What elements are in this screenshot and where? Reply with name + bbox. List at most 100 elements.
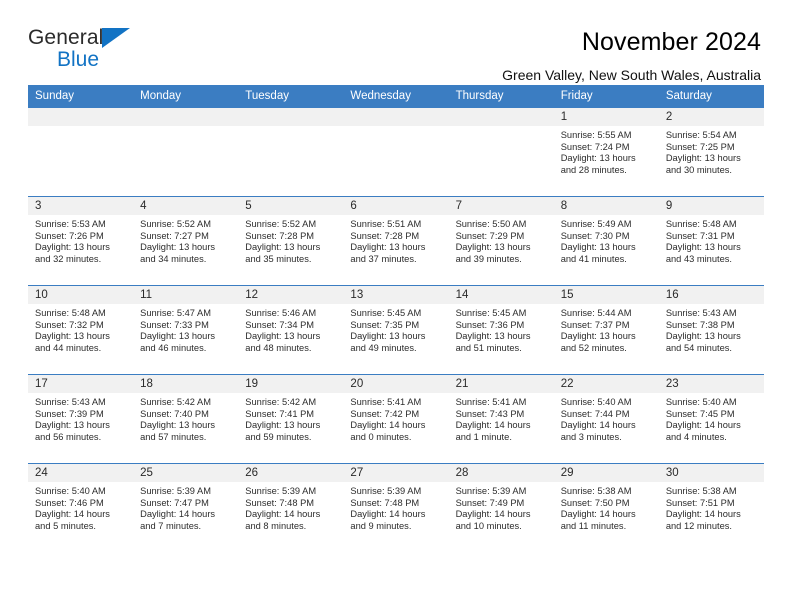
calendar-day-cell[interactable]: 14 Sunrise: 5:45 AM Sunset: 7:36 PM Dayligh…	[448, 285, 554, 375]
calendar-day-cell[interactable]: 2 Sunrise: 5:54 AM Sunset: 7:25 PM Daylight…	[658, 107, 764, 197]
sunset-text: Sunset: 7:36 PM	[455, 319, 525, 330]
sunset-text: Sunset: 7:30 PM	[560, 230, 630, 241]
calendar-day-cell[interactable]: 23 Sunrise: 5:40 AM Sunset: 7:45 PM Dayligh…	[658, 374, 764, 464]
calendar-day-cell[interactable]: 8 Sunrise: 5:49 AM Sunset: 7:30 PM Daylight…	[553, 196, 659, 286]
day-number: 5	[238, 197, 344, 215]
day-details: Sunrise: 5:49 AM Sunset: 7:30 PM Daylight:…	[554, 215, 659, 265]
calendar-day-cell[interactable]: 13 Sunrise: 5:45 AM Sunset: 7:35 PM Dayligh…	[343, 285, 449, 375]
day-details: Sunrise: 5:42 AM Sunset: 7:40 PM Daylight:…	[133, 393, 238, 443]
sunset-text: Sunset: 7:47 PM	[140, 497, 209, 508]
day-details: Sunrise: 5:39 AM Sunset: 7:48 PM Daylight:…	[238, 482, 343, 532]
calendar-day-cell[interactable]: 30 Sunrise: 5:38 AM Sunset: 7:51 PM Dayligh…	[658, 463, 764, 553]
day-details: Sunrise: 5:45 AM Sunset: 7:35 PM Daylight:…	[343, 304, 448, 354]
sunset-text: Sunset: 7:50 PM	[560, 497, 630, 508]
day-details: Sunrise: 5:43 AM Sunset: 7:39 PM Daylight:…	[28, 393, 133, 443]
sunset-text: Sunset: 7:46 PM	[35, 497, 104, 508]
day-number: 1	[553, 108, 659, 126]
day-number: 22	[553, 375, 659, 393]
sunrise-text: Sunrise: 5:42 AM	[245, 397, 317, 407]
sunrise-text: Sunrise: 5:53 AM	[35, 219, 106, 229]
day-number: 15	[553, 286, 659, 304]
calendar-table: Sunday Monday Tuesday Wednesday Thursday…	[28, 85, 764, 553]
daylight-text: Daylight: 13 hours and 32 minutes.	[35, 242, 110, 264]
calendar-week-row: 17 Sunrise: 5:43 AM Sunset: 7:39 PM Dayligh…	[28, 374, 764, 464]
column-header-tuesday: Tuesday	[238, 85, 344, 108]
daylight-text: Daylight: 13 hours and 54 minutes.	[665, 331, 741, 353]
sunset-text: Sunset: 7:28 PM	[350, 230, 420, 241]
sunset-text: Sunset: 7:45 PM	[665, 408, 735, 419]
calendar-week-row: 3 Sunrise: 5:53 AM Sunset: 7:26 PM Daylight…	[28, 196, 764, 286]
daylight-text: Daylight: 14 hours and 0 minutes.	[350, 420, 426, 442]
calendar-day-cell[interactable]: 29 Sunrise: 5:38 AM Sunset: 7:50 PM Dayligh…	[553, 463, 659, 553]
day-details: Sunrise: 5:44 AM Sunset: 7:37 PM Daylight:…	[554, 304, 659, 354]
sunset-text: Sunset: 7:32 PM	[35, 319, 104, 330]
daylight-text: Daylight: 13 hours and 43 minutes.	[665, 242, 741, 264]
sunrise-text: Sunrise: 5:40 AM	[560, 397, 632, 407]
calendar-day-cell[interactable]: 18 Sunrise: 5:42 AM Sunset: 7:40 PM Dayligh…	[133, 374, 239, 464]
calendar-day-cell[interactable]: 10 Sunrise: 5:48 AM Sunset: 7:32 PM Dayligh…	[28, 285, 134, 375]
calendar-day-cell[interactable]: 16 Sunrise: 5:43 AM Sunset: 7:38 PM Dayligh…	[658, 285, 764, 375]
sunrise-text: Sunrise: 5:43 AM	[665, 308, 737, 318]
calendar-day-cell[interactable]: 11 Sunrise: 5:47 AM Sunset: 7:33 PM Dayligh…	[133, 285, 239, 375]
calendar-empty-cell	[448, 107, 554, 197]
day-number	[133, 108, 239, 126]
sunset-text: Sunset: 7:34 PM	[245, 319, 315, 330]
day-number: 8	[553, 197, 659, 215]
calendar-day-cell[interactable]: 19 Sunrise: 5:42 AM Sunset: 7:41 PM Dayligh…	[238, 374, 344, 464]
day-number: 20	[343, 375, 449, 393]
day-number: 3	[28, 197, 134, 215]
sunset-text: Sunset: 7:51 PM	[665, 497, 735, 508]
calendar-day-cell[interactable]: 9 Sunrise: 5:48 AM Sunset: 7:31 PM Daylight…	[658, 196, 764, 286]
day-details: Sunrise: 5:40 AM Sunset: 7:46 PM Daylight:…	[28, 482, 133, 532]
brand-logo[interactable]: General Blue	[28, 27, 138, 75]
day-number: 30	[658, 464, 764, 482]
calendar-day-cell[interactable]: 5 Sunrise: 5:52 AM Sunset: 7:28 PM Daylight…	[238, 196, 344, 286]
calendar-day-cell[interactable]: 1 Sunrise: 5:55 AM Sunset: 7:24 PM Daylight…	[553, 107, 659, 197]
day-number: 2	[658, 108, 764, 126]
daylight-text: Daylight: 14 hours and 12 minutes.	[665, 509, 741, 531]
calendar-day-cell[interactable]: 4 Sunrise: 5:52 AM Sunset: 7:27 PM Daylight…	[133, 196, 239, 286]
day-number: 19	[238, 375, 344, 393]
day-details: Sunrise: 5:40 AM Sunset: 7:44 PM Daylight:…	[554, 393, 659, 443]
day-number	[238, 108, 344, 126]
sunrise-text: Sunrise: 5:45 AM	[350, 308, 422, 318]
calendar-day-cell[interactable]: 12 Sunrise: 5:46 AM Sunset: 7:34 PM Dayligh…	[238, 285, 344, 375]
sunrise-text: Sunrise: 5:45 AM	[455, 308, 527, 318]
calendar-week-row: 10 Sunrise: 5:48 AM Sunset: 7:32 PM Dayligh…	[28, 285, 764, 375]
day-details: Sunrise: 5:50 AM Sunset: 7:29 PM Daylight:…	[449, 215, 554, 265]
column-header-wednesday: Wednesday	[343, 85, 449, 108]
daylight-text: Daylight: 14 hours and 1 minute.	[455, 420, 531, 442]
calendar-day-cell[interactable]: 17 Sunrise: 5:43 AM Sunset: 7:39 PM Dayligh…	[28, 374, 134, 464]
sunrise-text: Sunrise: 5:39 AM	[350, 486, 422, 496]
calendar-day-cell[interactable]: 15 Sunrise: 5:44 AM Sunset: 7:37 PM Dayligh…	[553, 285, 659, 375]
calendar-day-cell[interactable]: 24 Sunrise: 5:40 AM Sunset: 7:46 PM Dayligh…	[28, 463, 134, 553]
day-number: 18	[133, 375, 239, 393]
daylight-text: Daylight: 13 hours and 41 minutes.	[560, 242, 636, 264]
page-header: General Blue November 2024 Green Valley,…	[28, 0, 764, 83]
calendar-day-cell[interactable]: 27 Sunrise: 5:39 AM Sunset: 7:48 PM Dayligh…	[343, 463, 449, 553]
calendar-day-cell[interactable]: 21 Sunrise: 5:41 AM Sunset: 7:43 PM Dayligh…	[448, 374, 554, 464]
calendar-day-cell[interactable]: 20 Sunrise: 5:41 AM Sunset: 7:42 PM Dayligh…	[343, 374, 449, 464]
daylight-text: Daylight: 14 hours and 9 minutes.	[350, 509, 426, 531]
calendar-day-cell[interactable]: 26 Sunrise: 5:39 AM Sunset: 7:48 PM Dayligh…	[238, 463, 344, 553]
sunrise-text: Sunrise: 5:46 AM	[245, 308, 317, 318]
day-details: Sunrise: 5:42 AM Sunset: 7:41 PM Daylight:…	[238, 393, 343, 443]
calendar-day-cell[interactable]: 6 Sunrise: 5:51 AM Sunset: 7:28 PM Daylight…	[343, 196, 449, 286]
day-number: 21	[448, 375, 554, 393]
calendar-day-cell[interactable]: 7 Sunrise: 5:50 AM Sunset: 7:29 PM Daylight…	[448, 196, 554, 286]
daylight-text: Daylight: 14 hours and 11 minutes.	[560, 509, 636, 531]
sunset-text: Sunset: 7:48 PM	[350, 497, 420, 508]
day-number: 7	[448, 197, 554, 215]
calendar-day-cell[interactable]: 25 Sunrise: 5:39 AM Sunset: 7:47 PM Dayligh…	[133, 463, 239, 553]
sunset-text: Sunset: 7:28 PM	[245, 230, 315, 241]
sunrise-text: Sunrise: 5:43 AM	[35, 397, 106, 407]
day-details: Sunrise: 5:48 AM Sunset: 7:32 PM Daylight:…	[28, 304, 133, 354]
day-number: 11	[133, 286, 239, 304]
calendar-day-cell[interactable]: 28 Sunrise: 5:39 AM Sunset: 7:49 PM Dayligh…	[448, 463, 554, 553]
day-number: 13	[343, 286, 449, 304]
day-number: 16	[658, 286, 764, 304]
calendar-day-cell[interactable]: 22 Sunrise: 5:40 AM Sunset: 7:44 PM Dayligh…	[553, 374, 659, 464]
sunset-text: Sunset: 7:43 PM	[455, 408, 525, 419]
calendar-day-cell[interactable]: 3 Sunrise: 5:53 AM Sunset: 7:26 PM Daylight…	[28, 196, 134, 286]
sunset-text: Sunset: 7:48 PM	[245, 497, 315, 508]
